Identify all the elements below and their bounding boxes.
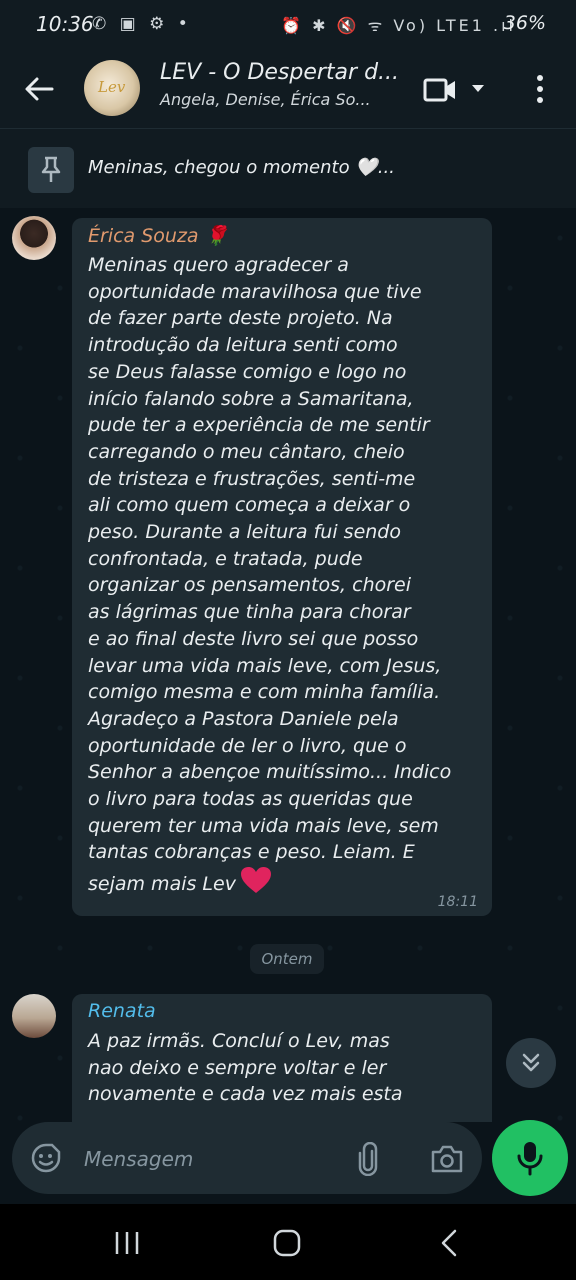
message-line: início falando sobre a Samaritana, — [88, 387, 414, 410]
message-line: se Deus falasse comigo e logo no — [88, 360, 407, 383]
pin-icon-box — [28, 147, 74, 193]
camera-icon[interactable] — [430, 1144, 464, 1174]
message-line: oportunidade de ler o livro, que o — [88, 734, 407, 757]
more-options-icon[interactable] — [530, 72, 550, 106]
nav-back-icon[interactable] — [438, 1228, 460, 1258]
message-timestamp: 18:11 — [437, 894, 478, 910]
system-navigation-bar — [0, 1204, 576, 1280]
pinned-message-text: Meninas, chegou o momento 🤍... — [88, 157, 395, 178]
message-bubble[interactable]: Renata A paz irmãs. Concluí o Lev, mas n… — [72, 994, 492, 1122]
message-line: tantas cobranças e peso. Leiam. E — [88, 841, 415, 864]
message-text: Meninas quero agradecer a oportunidade m… — [88, 252, 451, 898]
message-line: pude ter a experiência de me sentir — [88, 414, 430, 437]
status-time: 10:36 — [36, 12, 94, 36]
sender-name[interactable]: Renata — [88, 1000, 156, 1022]
message-line: A paz irmãs. Concluí o Lev, mas — [88, 1030, 390, 1052]
sender-avatar[interactable] — [12, 994, 56, 1038]
sender-avatar[interactable] — [12, 216, 56, 260]
message-line: levar uma vida mais leve, com Jesus, — [88, 654, 442, 677]
battery-level: 36% — [503, 12, 546, 34]
message-line: oportunidade maravilhosa que tive — [88, 280, 422, 303]
voice-message-button[interactable] — [492, 1120, 568, 1196]
message-line: Meninas quero agradecer a — [88, 254, 349, 276]
chat-header: Lev LEV - O Despertar d... Angela, Denis… — [0, 52, 576, 128]
message-line: confrontada, e tratada, pude — [88, 547, 363, 570]
chat-title[interactable]: LEV - O Despertar d... — [160, 60, 399, 85]
scroll-to-bottom-button[interactable] — [506, 1038, 556, 1088]
message-line: novamente e cada vez mais esta — [88, 1083, 403, 1106]
message-line: e ao final deste livro sei que posso — [88, 627, 419, 650]
message-line: de tristeza e frustrações, senti-me — [88, 467, 416, 490]
message-line: carregando o meu cântaro, cheio — [88, 440, 405, 463]
message-line: peso. Durante a leitura fui sendo — [88, 521, 401, 544]
group-avatar-logo: Lev — [98, 78, 126, 96]
message-line: ali como quem começa a deixar o — [88, 494, 411, 517]
pin-icon — [41, 156, 61, 182]
emoji-icon[interactable] — [30, 1142, 62, 1174]
message-last-line: sejam mais Lev — [88, 866, 451, 898]
message-text: A paz irmãs. Concluí o Lev, mas nao deix… — [88, 1028, 403, 1108]
red-heart-icon — [240, 867, 271, 894]
sender-name[interactable]: Érica Souza 🌹 — [88, 224, 228, 247]
message-line: de fazer parte deste projeto. Na — [88, 307, 393, 330]
message-line: Agradeço a Pastora Daniele pela — [88, 707, 399, 730]
message-line: nao deixo e sempre voltar e ler — [88, 1056, 387, 1079]
group-avatar[interactable]: Lev — [84, 60, 140, 116]
microphone-icon — [517, 1142, 543, 1176]
system-icons: ⏰ ✱ 🔇 ᯤ Vo) LTE1 .ıl — [281, 16, 516, 35]
message-bubble[interactable]: Érica Souza 🌹 Meninas quero agradecer a … — [72, 218, 492, 916]
chevron-down-icon[interactable] — [470, 82, 486, 94]
message-input[interactable] — [82, 1142, 326, 1176]
video-call-icon[interactable] — [422, 74, 458, 106]
message-line: introdução da leitura senti como — [88, 334, 398, 357]
message-line: comigo mesma e com minha família. — [88, 681, 441, 704]
recent-apps-icon[interactable] — [114, 1230, 140, 1256]
pinned-message-bar[interactable]: Meninas, chegou o momento 🤍... — [0, 128, 576, 209]
message-line: organizar os pensamentos, chorei — [88, 574, 412, 597]
message-line: sejam mais Lev — [88, 873, 236, 896]
status-bar: 10:36 ✆ ▣ ⚙ • ⏰ ✱ 🔇 ᯤ Vo) LTE1 .ıl 36% — [0, 0, 576, 52]
home-icon[interactable] — [272, 1228, 302, 1258]
message-line: Senhor a abençoe muitíssimo... Indico — [88, 761, 452, 784]
message-line: o livro para todas as queridas que — [88, 788, 413, 811]
chat-participants[interactable]: Angela, Denise, Érica So... — [160, 90, 371, 109]
back-arrow-icon[interactable] — [22, 72, 56, 106]
message-line: as lágrimas que tinha para chorar — [88, 601, 411, 624]
date-divider: Ontem — [250, 944, 324, 974]
double-chevron-down-icon — [522, 1053, 540, 1072]
message-composer — [12, 1122, 482, 1194]
chat-messages-area[interactable]: Érica Souza 🌹 Meninas quero agradecer a … — [0, 208, 576, 1122]
paperclip-icon[interactable] — [358, 1142, 378, 1176]
message-line: querem ter uma vida mais leve, sem — [88, 814, 439, 837]
notification-icons: ✆ ▣ ⚙ • — [92, 14, 192, 34]
